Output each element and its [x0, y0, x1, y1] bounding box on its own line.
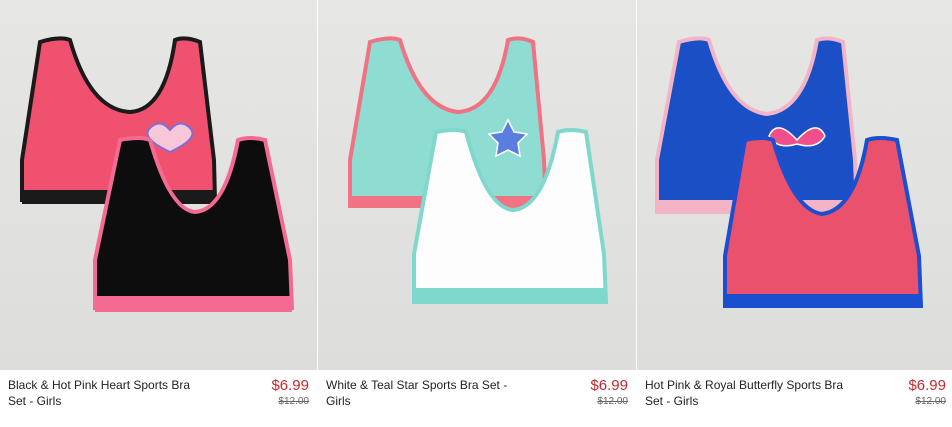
product-title[interactable]: Black & Hot Pink Heart Sports Bra Set - … [8, 377, 208, 427]
bra-set-illustration-1 [20, 36, 295, 312]
bra-set-illustration-2 [348, 36, 609, 304]
product-card-1[interactable]: Black & Hot Pink Heart Sports Bra Set - … [0, 0, 317, 427]
sale-price: $6.99 [590, 377, 628, 394]
product-card-3[interactable]: Hot Pink & Royal Butterfly Sports Bra Se… [637, 0, 952, 427]
original-price: $12.00 [915, 396, 946, 407]
product-title[interactable]: White & Teal Star Sports Bra Set - Girls [326, 377, 526, 427]
price-block: $6.99 $12.00 [590, 377, 628, 427]
price-block: $6.99 $12.00 [271, 377, 309, 427]
original-price: $12.00 [597, 396, 628, 407]
sale-price: $6.99 [908, 377, 946, 394]
product-grid: Black & Hot Pink Heart Sports Bra Set - … [0, 0, 952, 427]
product-title[interactable]: Hot Pink & Royal Butterfly Sports Bra Se… [645, 377, 845, 427]
product-image-2[interactable] [318, 0, 636, 370]
product-info-2: White & Teal Star Sports Bra Set - Girls… [318, 370, 636, 427]
price-block: $6.99 $12.00 [908, 377, 946, 427]
product-card-2[interactable]: White & Teal Star Sports Bra Set - Girls… [318, 0, 636, 427]
original-price: $12.00 [278, 396, 309, 407]
sale-price: $6.99 [271, 377, 309, 394]
bra-set-illustration-3 [655, 36, 924, 308]
product-info-1: Black & Hot Pink Heart Sports Bra Set - … [0, 370, 317, 427]
product-image-1[interactable] [0, 0, 317, 370]
product-info-3: Hot Pink & Royal Butterfly Sports Bra Se… [637, 370, 952, 427]
product-image-3[interactable] [637, 0, 952, 370]
